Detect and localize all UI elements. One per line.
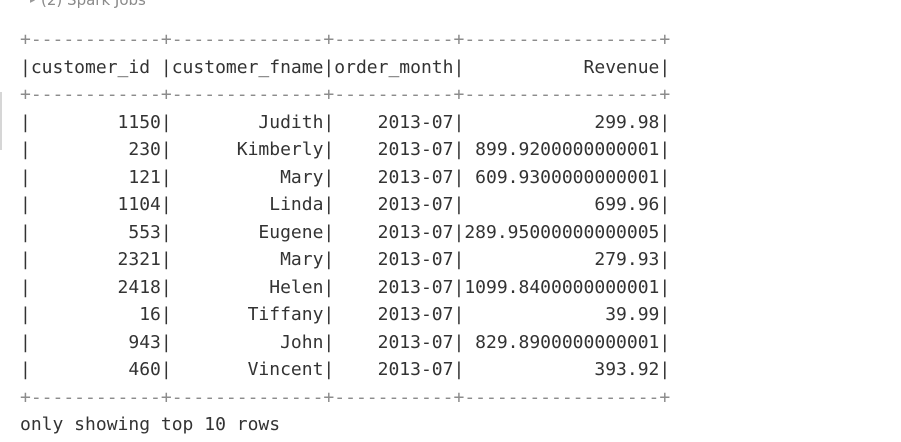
table-row: | 1104| Linda| 2013-07| 699.96| [20,194,671,215]
table-row: | 460| Vincent| 2013-07| 393.92| [20,359,671,380]
spark-jobs-label: (2) Spark Jobs [41,0,146,9]
table-border-top: +------------+--------------+-----------… [20,29,671,50]
cell-output: +------------+--------------+-----------… [20,26,670,439]
chevron-right-icon: ▸ [30,0,36,6]
table-row: | 2321| Mary| 2013-07| 279.93| [20,249,671,270]
table-row: | 2418| Helen| 2013-07|1099.840000000000… [20,276,671,298]
table-row: | 121| Mary| 2013-07| 609.9300000000001| [20,166,671,188]
rows-shown-note: only showing top 10 rows [20,414,281,435]
table-border-header: +------------+--------------+-----------… [20,84,671,105]
table-border-bottom: +------------+--------------+-----------… [20,386,671,408]
table-header-row: |customer_id |customer_fname|order_month… [20,56,671,78]
table-row: | 943| John| 2013-07| 829.8900000000001| [20,331,671,353]
table-row: | 553| Eugene| 2013-07|289.9500000000000… [20,221,671,243]
table-row: | 16| Tiffany| 2013-07| 39.99| [20,304,671,325]
table-row: | 230| Kimberly| 2013-07| 899.9200000000… [20,139,671,160]
table-body: | 1150| Judith| 2013-07| 299.98| | 230| K… [20,109,670,384]
spark-jobs-toggle[interactable]: ▸ (2) Spark Jobs [30,0,146,9]
table-row: | 1150| Judith| 2013-07| 299.98| [20,111,671,133]
cell-focus-bar [0,92,2,150]
